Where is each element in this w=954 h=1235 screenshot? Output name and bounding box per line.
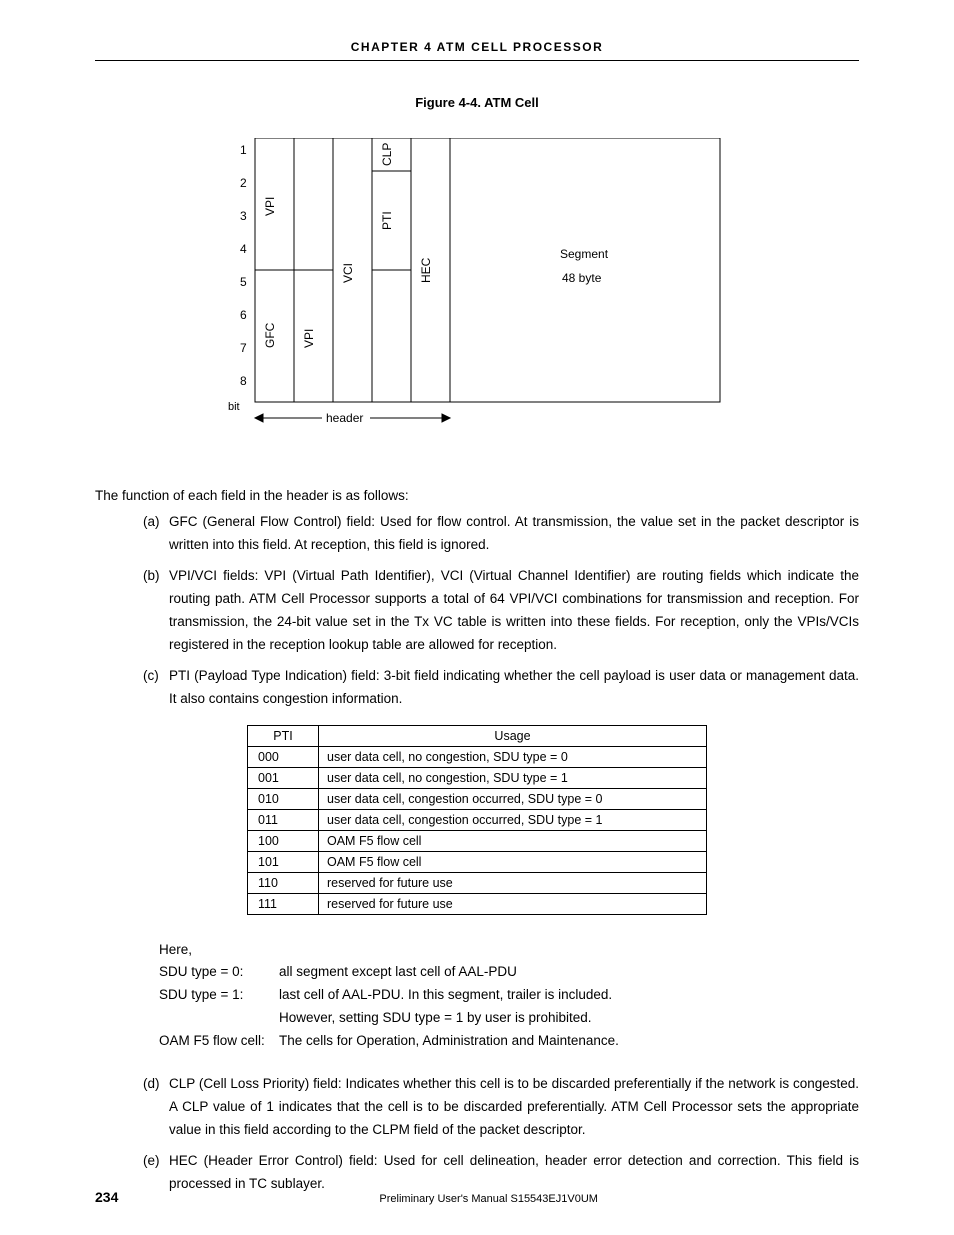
def-row: However, setting SDU type = 1 by user is… [159, 1007, 859, 1030]
svg-text:48 byte: 48 byte [562, 271, 602, 285]
field-body: CLP (Cell Loss Priority) field: Indicate… [169, 1073, 859, 1142]
field-a: (a) GFC (General Flow Control) field: Us… [143, 511, 859, 557]
page-number: 234 [95, 1189, 118, 1205]
pti-table: PTI Usage 000user data cell, no congesti… [247, 725, 707, 915]
svg-text:2: 2 [240, 176, 247, 190]
svg-text:7: 7 [240, 341, 247, 355]
usage-cell: reserved for future use [319, 893, 707, 914]
pti-cell: 111 [248, 893, 319, 914]
pti-cell: 010 [248, 788, 319, 809]
usage-cell: user data cell, no congestion, SDU type … [319, 767, 707, 788]
usage-cell: user data cell, congestion occurred, SDU… [319, 788, 707, 809]
svg-text:5: 5 [240, 275, 247, 289]
def-label: OAM F5 flow cell: [159, 1030, 279, 1053]
figure-title: Figure 4-4. ATM Cell [95, 95, 859, 110]
marker: (d) [143, 1073, 169, 1142]
usage-cell: OAM F5 flow cell [319, 830, 707, 851]
svg-text:6: 6 [240, 308, 247, 322]
marker: (c) [143, 665, 169, 711]
usage-cell: user data cell, no congestion, SDU type … [319, 746, 707, 767]
pti-cell: 000 [248, 746, 319, 767]
def-row: SDU type = 0:all segment except last cel… [159, 961, 859, 984]
svg-text:bit: bit [228, 401, 240, 413]
field-body: PTI (Payload Type Indication) field: 3-b… [169, 665, 859, 711]
def-label: SDU type = 0: [159, 961, 279, 984]
atm-cell-figure: 1 2 3 4 5 6 7 8 bit [95, 138, 859, 448]
usage-cell: user data cell, congestion occurred, SDU… [319, 809, 707, 830]
marker: (a) [143, 511, 169, 557]
svg-text:1: 1 [240, 143, 247, 157]
svg-text:PTI: PTI [380, 211, 394, 230]
pti-cell: 100 [248, 830, 319, 851]
svg-text:GFC: GFC [263, 322, 277, 348]
chapter-header: CHAPTER 4 ATM CELL PROCESSOR [95, 40, 859, 61]
pti-cell: 101 [248, 851, 319, 872]
def-label: SDU type = 1: [159, 984, 279, 1007]
field-c: (c) PTI (Payload Type Indication) field:… [143, 665, 859, 711]
field-b: (b) VPI/VCI fields: VPI (Virtual Path Id… [143, 565, 859, 657]
table-row: 111reserved for future use [248, 893, 707, 914]
pti-cell: 001 [248, 767, 319, 788]
definitions: Here, SDU type = 0:all segment except la… [159, 939, 859, 1054]
svg-text:CLP: CLP [380, 143, 394, 166]
svg-text:4: 4 [240, 242, 247, 256]
pti-cell: 110 [248, 872, 319, 893]
table-row: 001user data cell, no congestion, SDU ty… [248, 767, 707, 788]
usage-cell: OAM F5 flow cell [319, 851, 707, 872]
field-body: VPI/VCI fields: VPI (Virtual Path Identi… [169, 565, 859, 657]
footer: 234 Preliminary User's Manual S15543EJ1V… [95, 1189, 859, 1205]
svg-text:VPI: VPI [302, 329, 316, 348]
svg-text:HEC: HEC [419, 257, 433, 283]
footer-text: Preliminary User's Manual S15543EJ1V0UM [118, 1193, 859, 1205]
svg-text:VCI: VCI [341, 263, 355, 283]
pti-cell: 011 [248, 809, 319, 830]
table-row: 110reserved for future use [248, 872, 707, 893]
marker: (b) [143, 565, 169, 657]
atm-cell-svg: 1 2 3 4 5 6 7 8 bit [222, 138, 732, 448]
def-row: SDU type = 1:last cell of AAL-PDU. In th… [159, 984, 859, 1007]
svg-text:VPI: VPI [263, 197, 277, 216]
svg-text:8: 8 [240, 374, 247, 388]
svg-text:3: 3 [240, 209, 247, 223]
table-row: 011user data cell, congestion occurred, … [248, 809, 707, 830]
here-label: Here, [159, 939, 859, 962]
def-row: OAM F5 flow cell:The cells for Operation… [159, 1030, 859, 1053]
table-row: 101OAM F5 flow cell [248, 851, 707, 872]
def-value: last cell of AAL-PDU. In this segment, t… [279, 984, 612, 1007]
usage-head: Usage [319, 725, 707, 746]
def-value: However, setting SDU type = 1 by user is… [279, 1007, 592, 1030]
def-value: all segment except last cell of AAL-PDU [279, 961, 517, 984]
pti-head: PTI [248, 725, 319, 746]
usage-cell: reserved for future use [319, 872, 707, 893]
svg-text:Segment: Segment [560, 247, 609, 261]
table-row: 100OAM F5 flow cell [248, 830, 707, 851]
table-row: 000user data cell, no congestion, SDU ty… [248, 746, 707, 767]
field-d: (d) CLP (Cell Loss Priority) field: Indi… [143, 1073, 859, 1142]
svg-text:header: header [326, 411, 363, 425]
table-row: 010user data cell, congestion occurred, … [248, 788, 707, 809]
field-body: GFC (General Flow Control) field: Used f… [169, 511, 859, 557]
intro-text: The function of each field in the header… [95, 488, 859, 503]
def-label [159, 1007, 279, 1030]
def-value: The cells for Operation, Administration … [279, 1030, 619, 1053]
